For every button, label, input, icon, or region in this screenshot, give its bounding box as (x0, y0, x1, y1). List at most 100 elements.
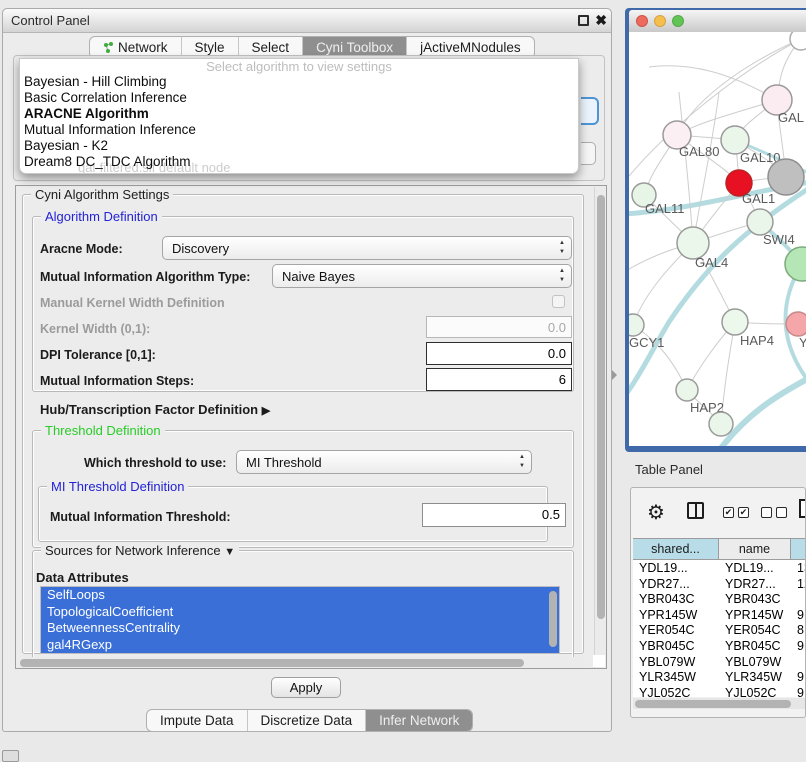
node-label: HAP4 (740, 333, 774, 348)
control-panel-titlebar[interactable]: Control Panel ✖ (3, 9, 611, 33)
table-row[interactable]: YBL079WYBL079W (633, 654, 806, 670)
network-canvas[interactable]: GALGAL80GAL10GAL1GAL11SWI4GAL4GCY1HAP4YH… (629, 32, 806, 446)
column-header-partial[interactable] (791, 539, 806, 559)
kernel-width-input[interactable]: 0.0 (426, 316, 572, 338)
minimize-traffic-light-icon[interactable] (654, 15, 666, 27)
control-panel-title: Control Panel (11, 13, 90, 28)
collapse-down-icon: ▼ (224, 546, 235, 558)
network-nodes: GALGAL80GAL10GAL1GAL11SWI4GAL4GCY1HAP4YH… (629, 32, 806, 436)
which-threshold-combo[interactable]: MI Threshold ▲▼ (236, 450, 532, 474)
tab-jactivemnodules-label: jActiveMNodules (420, 40, 521, 55)
table-row[interactable]: YBR045CYBR045C9. (633, 638, 806, 654)
settings-horizontal-scrollbar[interactable] (18, 657, 584, 668)
select-all-checkbox2-icon[interactable]: ✔ (738, 507, 749, 518)
network-node-gcy1[interactable] (629, 314, 644, 336)
select-all-checkbox-icon[interactable]: ✔ (723, 507, 734, 518)
column-header-name[interactable]: name (719, 539, 791, 559)
split-pane-caret[interactable] (612, 370, 617, 380)
deselect-checkbox2-icon[interactable] (776, 507, 787, 518)
attribute-item[interactable]: SelfLoops (41, 587, 559, 604)
table-row[interactable]: YJL052CYJL052C9 (633, 685, 806, 697)
table-cell: YPR145W (719, 607, 791, 623)
dropdown-item-aracne[interactable]: ARACNE Algorithm (20, 106, 578, 122)
sources-group-title[interactable]: Sources for Network Inference ▼ (41, 543, 239, 558)
tab-impute-data[interactable]: Impute Data (147, 710, 248, 731)
table-cell: YPR145W (633, 607, 719, 623)
table-cell: YER054C (719, 622, 791, 638)
network-window-titlebar[interactable] (629, 10, 806, 32)
node-label: SWI4 (763, 232, 795, 247)
settings-vertical-scrollbar[interactable] (594, 187, 605, 669)
dropdown-item[interactable]: Basic Correlation Inference (20, 90, 578, 106)
table-row[interactable]: YER054CYER054C8. (633, 622, 806, 638)
data-attributes-list[interactable]: SelfLoops TopologicalCoefficient Between… (40, 586, 560, 654)
manual-kernel-checkbox[interactable] (552, 295, 565, 308)
export-table-icon[interactable] (799, 499, 806, 518)
table-row[interactable]: YPR145WYPR145W9. (633, 607, 806, 623)
table-row[interactable]: YLR345WYLR345W9. (633, 669, 806, 685)
attribute-item[interactable]: TopologicalCoefficient (41, 604, 559, 621)
gear-icon[interactable]: ⚙ (647, 500, 665, 525)
attribute-list-scrollbar[interactable] (549, 591, 557, 647)
table-cell: YDR27... (719, 576, 791, 592)
hub-definition-toggle[interactable]: Hub/Transcription Factor Definition ▶ (40, 402, 270, 417)
attribute-item[interactable]: BetweennessCentrality (41, 620, 559, 637)
table-horizontal-scrollbar[interactable] (633, 698, 805, 709)
combo-arrows-icon: ▲▼ (559, 267, 565, 285)
table-cell: YBR043C (719, 591, 791, 607)
network-node[interactable] (785, 247, 806, 281)
table-body: YDL19...YDL19...13YDR27...YDR27...12YBR0… (633, 560, 806, 697)
mi-steps-input[interactable]: 6 (426, 368, 572, 391)
table-cell: 9. (791, 669, 806, 685)
network-node[interactable] (709, 412, 733, 436)
dpi-tolerance-label: DPI Tolerance [0,1]: (40, 348, 156, 362)
table-cell: 9. (791, 607, 806, 623)
attribute-item[interactable]: gal4RGexp (41, 637, 559, 654)
network-node-hap2[interactable] (676, 379, 698, 401)
node-label: GAL1 (742, 191, 775, 206)
tab-select-label: Select (252, 40, 290, 55)
cyni-bottom-tabbar: Impute Data Discretize Data Infer Networ… (146, 709, 473, 732)
table-cell: YJL052C (633, 685, 719, 697)
table-cell (791, 591, 806, 607)
mi-threshold-label: Mutual Information Threshold: (50, 510, 231, 524)
column-header-shared[interactable]: shared... (633, 539, 719, 559)
close-icon[interactable]: ✖ (595, 12, 607, 29)
network-node[interactable] (768, 159, 804, 195)
network-node-hap4[interactable] (722, 309, 748, 335)
table-cell: YBL079W (719, 654, 791, 670)
dpi-tolerance-input[interactable]: 0.0 (426, 342, 572, 365)
table-row[interactable]: YDR27...YDR27...12 (633, 576, 806, 592)
table-cell: YJL052C (719, 685, 791, 697)
mi-threshold-input[interactable]: 0.5 (422, 503, 566, 527)
tab-discretize-data[interactable]: Discretize Data (248, 710, 367, 731)
mi-algorithm-type-combo[interactable]: Naive Bayes ▲▼ (272, 264, 572, 288)
scrollbar-corner (593, 655, 605, 667)
minimized-panel-icon[interactable] (2, 750, 19, 762)
table-cell: YBR043C (633, 591, 719, 607)
cyni-settings-scrollpane: Cyni Algorithm Settings Algorithm Defini… (15, 185, 607, 669)
close-traffic-light-icon[interactable] (636, 15, 648, 27)
float-window-icon[interactable] (578, 15, 589, 26)
table-row[interactable]: YBR043CYBR043C (633, 591, 806, 607)
dropdown-item[interactable]: Bayesian - K2 (20, 138, 578, 154)
dropdown-item[interactable]: Mutual Information Inference (20, 122, 578, 138)
deselect-checkbox-icon[interactable] (761, 507, 772, 518)
table-cell: YBR045C (633, 638, 719, 654)
network-node[interactable] (790, 32, 806, 50)
combo-arrows-icon: ▲▼ (559, 239, 565, 257)
aracne-mode-combo[interactable]: Discovery ▲▼ (162, 236, 572, 260)
apply-button-label: Apply (290, 680, 323, 695)
tab-cyni-toolbox-label: Cyni Toolbox (316, 40, 393, 55)
dropdown-item[interactable]: Bayesian - Hill Climbing (20, 74, 578, 90)
zoom-traffic-light-icon[interactable] (672, 15, 684, 27)
table-row[interactable]: YDL19...YDL19...13 (633, 560, 806, 576)
apply-button[interactable]: Apply (271, 677, 341, 698)
control-panel-window: Control Panel ✖ Network Style Select Cyn… (2, 8, 612, 732)
network-node-y[interactable] (786, 312, 806, 336)
table-cell: 13 (791, 560, 806, 576)
tab-infer-network[interactable]: Infer Network (366, 710, 472, 731)
columns-icon[interactable] (687, 502, 704, 519)
dropdown-item[interactable]: Dream8 DC_TDC Algorithm (20, 154, 578, 170)
table-cell: 12 (791, 576, 806, 592)
